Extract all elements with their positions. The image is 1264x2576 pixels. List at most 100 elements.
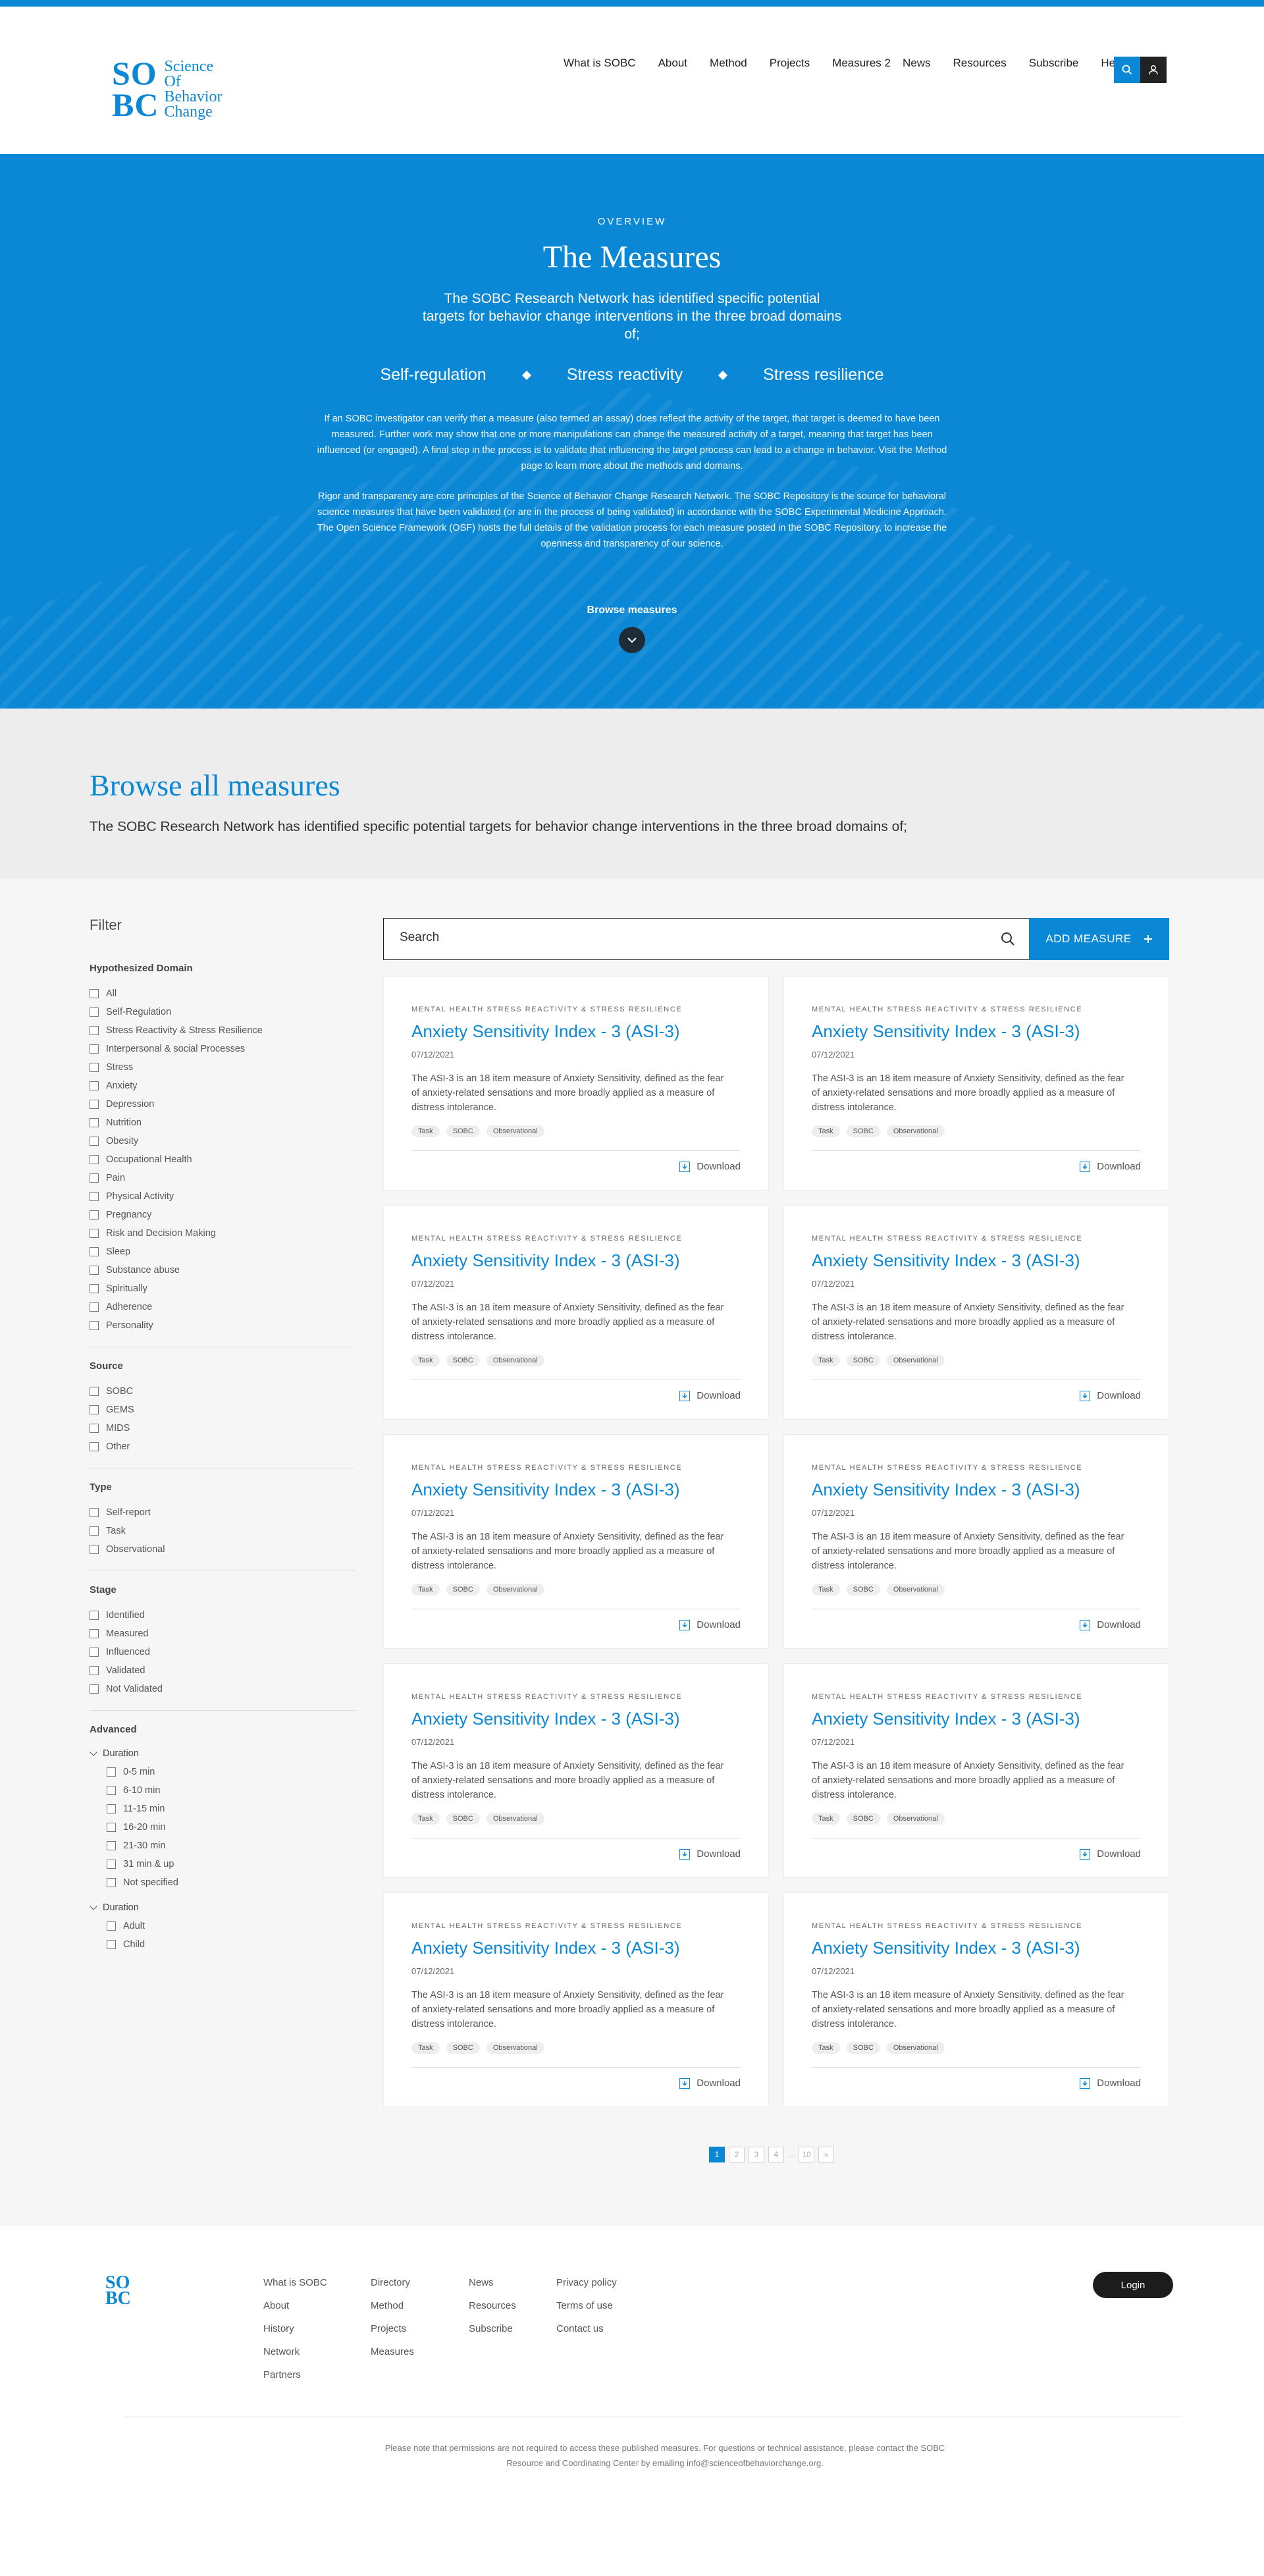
footer-link[interactable]: History xyxy=(263,2323,327,2346)
download-button[interactable]: Download xyxy=(679,1390,741,1401)
checkbox-icon[interactable] xyxy=(90,1007,99,1017)
filter-checkbox[interactable]: Risk and Decision Making xyxy=(90,1224,356,1243)
filter-checkbox[interactable]: Measured xyxy=(90,1624,356,1643)
checkbox-icon[interactable] xyxy=(90,1508,99,1517)
checkbox-icon[interactable] xyxy=(107,1940,116,1949)
checkbox-icon[interactable] xyxy=(107,1860,116,1869)
footer-link[interactable]: Measures xyxy=(371,2346,414,2369)
checkbox-icon[interactable] xyxy=(90,989,99,998)
checkbox-icon[interactable] xyxy=(90,1387,99,1396)
checkbox-icon[interactable] xyxy=(107,1823,116,1832)
checkbox-icon[interactable] xyxy=(90,1526,99,1536)
card-title-link[interactable]: Anxiety Sensitivity Index - 3 (ASI-3) xyxy=(411,1250,741,1271)
filter-checkbox[interactable]: Pregnancy xyxy=(90,1206,356,1224)
filter-checkbox[interactable]: Self-report xyxy=(90,1503,356,1522)
download-button[interactable]: Download xyxy=(1080,1619,1141,1630)
footer-link[interactable]: Contact us xyxy=(556,2323,617,2346)
nav-what-is-sobc[interactable]: What is SOBC xyxy=(564,57,636,70)
filter-checkbox[interactable]: 6-10 min xyxy=(107,1781,356,1800)
download-button[interactable]: Download xyxy=(1080,2078,1141,2089)
footer-link[interactable]: What is SOBC xyxy=(263,2277,327,2300)
checkbox-icon[interactable] xyxy=(90,1100,99,1109)
duration-toggle[interactable]: Duration xyxy=(90,1898,356,1917)
checkbox-icon[interactable] xyxy=(90,1442,99,1451)
filter-checkbox[interactable]: Physical Activity xyxy=(90,1187,356,1206)
footer-logo[interactable]: SO BC xyxy=(105,2274,131,2308)
card-title-link[interactable]: Anxiety Sensitivity Index - 3 (ASI-3) xyxy=(812,1938,1141,1958)
card-title-link[interactable]: Anxiety Sensitivity Index - 3 (ASI-3) xyxy=(812,1480,1141,1500)
footer-link[interactable]: About xyxy=(263,2300,327,2323)
filter-checkbox[interactable]: Spiritually xyxy=(90,1279,356,1298)
filter-checkbox[interactable]: Stress Reactivity & Stress Resilience xyxy=(90,1021,356,1040)
nav-news[interactable]: News xyxy=(903,57,931,70)
footer-link[interactable]: Resources xyxy=(469,2300,516,2323)
filter-checkbox[interactable]: Stress xyxy=(90,1058,356,1077)
checkbox-icon[interactable] xyxy=(90,1229,99,1238)
search-icon[interactable] xyxy=(1001,932,1015,946)
next-page-button[interactable]: » xyxy=(818,2147,834,2162)
filter-checkbox[interactable]: Occupational Health xyxy=(90,1150,356,1169)
filter-checkbox[interactable]: Task xyxy=(90,1522,356,1540)
filter-checkbox[interactable]: Not Validated xyxy=(90,1680,356,1698)
filter-checkbox[interactable]: Interpersonal & social Processes xyxy=(90,1040,356,1058)
card-title-link[interactable]: Anxiety Sensitivity Index - 3 (ASI-3) xyxy=(411,1480,741,1500)
checkbox-icon[interactable] xyxy=(90,1044,99,1054)
download-button[interactable]: Download xyxy=(679,1619,741,1630)
nav-about[interactable]: About xyxy=(658,57,687,70)
page-button[interactable]: 4 xyxy=(768,2147,784,2162)
filter-checkbox[interactable]: Pain xyxy=(90,1169,356,1187)
filter-checkbox[interactable]: SOBC xyxy=(90,1382,356,1401)
filter-checkbox[interactable]: Personality xyxy=(90,1316,356,1335)
filter-checkbox[interactable]: MIDS xyxy=(90,1419,356,1437)
filter-checkbox[interactable]: GEMS xyxy=(90,1401,356,1419)
checkbox-icon[interactable] xyxy=(90,1629,99,1638)
card-title-link[interactable]: Anxiety Sensitivity Index - 3 (ASI-3) xyxy=(812,1709,1141,1729)
footer-link[interactable]: Projects xyxy=(371,2323,414,2346)
filter-checkbox[interactable]: Obesity xyxy=(90,1132,356,1150)
checkbox-icon[interactable] xyxy=(90,1266,99,1275)
checkbox-icon[interactable] xyxy=(107,1767,116,1777)
filter-checkbox[interactable]: 0-5 min xyxy=(107,1763,356,1781)
checkbox-icon[interactable] xyxy=(90,1118,99,1127)
checkbox-icon[interactable] xyxy=(107,1921,116,1931)
filter-checkbox[interactable]: Adherence xyxy=(90,1298,356,1316)
filter-checkbox[interactable]: Depression xyxy=(90,1095,356,1114)
download-button[interactable]: Download xyxy=(679,1161,741,1172)
footer-link[interactable]: Network xyxy=(263,2346,327,2369)
page-button[interactable]: 2 xyxy=(729,2147,745,2162)
filter-checkbox[interactable]: Child xyxy=(107,1935,356,1954)
filter-checkbox[interactable]: Other xyxy=(90,1437,356,1456)
checkbox-icon[interactable] xyxy=(107,1841,116,1850)
filter-checkbox[interactable]: Not specified xyxy=(107,1873,356,1892)
page-button[interactable]: 3 xyxy=(749,2147,764,2162)
scroll-down-button[interactable] xyxy=(619,627,645,653)
filter-checkbox[interactable]: 11-15 min xyxy=(107,1800,356,1818)
download-button[interactable]: Download xyxy=(1080,1848,1141,1860)
checkbox-icon[interactable] xyxy=(90,1081,99,1090)
filter-checkbox[interactable]: Observational xyxy=(90,1540,356,1559)
checkbox-icon[interactable] xyxy=(90,1405,99,1414)
site-logo[interactable]: SO BC Science Of Behavior Change xyxy=(112,57,222,121)
nav-projects[interactable]: Projects xyxy=(770,57,810,70)
checkbox-icon[interactable] xyxy=(90,1648,99,1657)
checkbox-icon[interactable] xyxy=(90,1247,99,1256)
footer-link[interactable]: Privacy policy xyxy=(556,2277,617,2300)
nav-subscribe[interactable]: Subscribe xyxy=(1029,57,1079,70)
checkbox-icon[interactable] xyxy=(107,1786,116,1795)
duration-toggle[interactable]: Duration xyxy=(90,1744,356,1763)
checkbox-icon[interactable] xyxy=(90,1210,99,1220)
page-button-last[interactable]: 10 xyxy=(799,2147,814,2162)
login-button[interactable]: Login xyxy=(1093,2272,1173,2298)
page-button[interactable]: 1 xyxy=(709,2147,725,2162)
checkbox-icon[interactable] xyxy=(90,1302,99,1312)
checkbox-icon[interactable] xyxy=(90,1026,99,1035)
search-button[interactable] xyxy=(1114,57,1140,83)
browse-measures-link[interactable]: Browse measures xyxy=(0,604,1264,616)
search-input[interactable] xyxy=(400,930,966,945)
filter-checkbox[interactable]: Nutrition xyxy=(90,1114,356,1132)
checkbox-icon[interactable] xyxy=(90,1063,99,1072)
checkbox-icon[interactable] xyxy=(107,1878,116,1887)
checkbox-icon[interactable] xyxy=(90,1284,99,1293)
checkbox-icon[interactable] xyxy=(90,1684,99,1694)
footer-link[interactable]: News xyxy=(469,2277,516,2300)
